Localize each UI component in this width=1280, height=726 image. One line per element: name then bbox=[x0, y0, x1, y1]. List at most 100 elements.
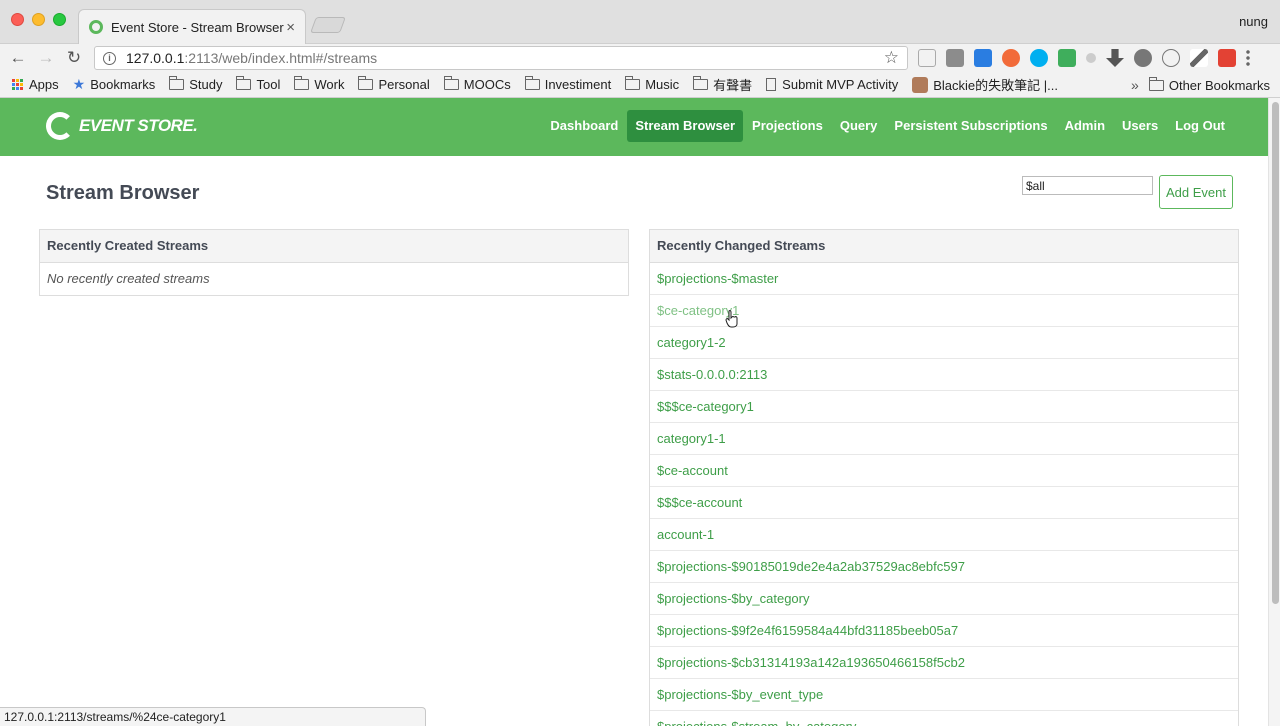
stream-link[interactable]: $projections-$cb31314193a142a19365046615… bbox=[657, 655, 965, 670]
bookmark-10[interactable]: Submit MVP Activity bbox=[766, 77, 898, 92]
page-viewport: EVENT STORE. Dashboard Stream Browser Proj… bbox=[0, 98, 1268, 726]
apps-icon bbox=[12, 79, 23, 90]
nav-dashboard[interactable]: Dashboard bbox=[542, 110, 626, 142]
eventstore-header: EVENT STORE. Dashboard Stream Browser Proj… bbox=[0, 98, 1268, 156]
nav-query[interactable]: Query bbox=[832, 110, 886, 142]
recently-changed-panel: Recently Changed Streams $projections-$m… bbox=[649, 229, 1239, 726]
forward-arrow-icon[interactable]: → bbox=[32, 48, 60, 68]
bookmark-8[interactable]: Music bbox=[625, 76, 679, 92]
bookmark-label: Bookmarks bbox=[90, 77, 156, 92]
nav-admin[interactable]: Admin bbox=[1057, 110, 1113, 142]
folder-icon bbox=[358, 76, 374, 90]
nav-projections[interactable]: Projections bbox=[744, 110, 831, 142]
eventstore-logo[interactable]: EVENT STORE. bbox=[46, 112, 198, 140]
other-bookmarks-label: Other Bookmarks bbox=[1168, 77, 1270, 93]
address-bar[interactable]: i 127.0.0.1:2113/web/index.html#/streams… bbox=[94, 46, 908, 70]
bookmark-4[interactable]: Work bbox=[294, 76, 345, 92]
stream-link[interactable]: $projections-$9f2e4f6159584a44bfd31185be… bbox=[657, 623, 958, 638]
bookmark-label: MOOCs bbox=[463, 77, 511, 92]
folder-icon bbox=[693, 76, 709, 90]
trello-extension-icon[interactable] bbox=[946, 49, 964, 67]
page-title: Stream Browser bbox=[46, 182, 200, 204]
reload-icon[interactable]: ↻ bbox=[60, 48, 88, 68]
nav-users[interactable]: Users bbox=[1114, 110, 1166, 142]
bookmark-7[interactable]: Investiment bbox=[524, 76, 611, 92]
profile-name[interactable]: nung bbox=[1239, 14, 1268, 29]
gray-extension-icon[interactable] bbox=[1086, 53, 1096, 63]
list-item: $projections-$master bbox=[650, 263, 1238, 295]
red-s-extension-icon[interactable] bbox=[1218, 49, 1236, 67]
window-maximize-button[interactable] bbox=[53, 13, 66, 26]
bookmark-label: Work bbox=[314, 77, 345, 92]
page-icon bbox=[766, 78, 777, 91]
stream-link[interactable]: $projections-$stream_by_category bbox=[657, 719, 856, 726]
skype-extension-icon[interactable] bbox=[1030, 49, 1048, 67]
stream-link[interactable]: account-1 bbox=[657, 527, 714, 542]
stream-link[interactable]: $$$ce-category1 bbox=[657, 399, 754, 414]
download-extension-icon[interactable] bbox=[1106, 49, 1124, 67]
copy-extension-icon[interactable] bbox=[918, 49, 936, 67]
bookmark-9[interactable]: 有聲書 bbox=[693, 75, 752, 94]
logo-ring-icon bbox=[46, 112, 74, 140]
new-tab-button[interactable] bbox=[310, 17, 346, 33]
bookmark-2[interactable]: Study bbox=[169, 76, 222, 92]
page-scrollbar[interactable] bbox=[1268, 98, 1280, 726]
folder-icon bbox=[294, 76, 310, 90]
tab-close-icon[interactable]: × bbox=[286, 19, 295, 36]
folder-icon bbox=[443, 76, 459, 90]
stream-link[interactable]: $projections-$master bbox=[657, 271, 778, 286]
back-arrow-icon[interactable]: ← bbox=[4, 48, 32, 68]
orange-extension-icon[interactable] bbox=[1002, 49, 1020, 67]
stream-link[interactable]: category1-2 bbox=[657, 335, 726, 350]
bookmark-3[interactable]: Tool bbox=[236, 76, 281, 92]
nav-persistent-subscriptions[interactable]: Persistent Subscriptions bbox=[886, 110, 1055, 142]
bookmark-0[interactable]: Apps bbox=[12, 77, 59, 92]
nav-stream-browser[interactable]: Stream Browser bbox=[627, 110, 744, 142]
window-close-button[interactable] bbox=[11, 13, 24, 26]
bookmark-label: Personal bbox=[378, 77, 430, 92]
scrollbar-thumb[interactable] bbox=[1272, 102, 1279, 604]
line-extension-icon[interactable] bbox=[1162, 49, 1180, 67]
empty-message: No recently created streams bbox=[47, 271, 210, 286]
eyedropper-extension-icon[interactable] bbox=[1190, 49, 1208, 67]
stream-link[interactable]: category1-1 bbox=[657, 431, 726, 446]
url-text[interactable]: 127.0.0.1:2113/web/index.html#/streams bbox=[126, 50, 884, 66]
nav-log-out[interactable]: Log Out bbox=[1167, 110, 1233, 142]
pocket-extension-icon[interactable] bbox=[974, 49, 992, 67]
bookmark-6[interactable]: MOOCs bbox=[443, 76, 511, 92]
folder-icon bbox=[1148, 76, 1164, 91]
bookmarks-bar: Apps ★ Bookmarks Study Tool Work Personal MOOCs… bbox=[0, 72, 1280, 98]
green-extension-icon[interactable] bbox=[1058, 49, 1076, 67]
stream-link[interactable]: $projections-$by_event_type bbox=[657, 687, 823, 702]
bookmark-11[interactable]: Blackie的失敗筆記 |... bbox=[912, 75, 1058, 94]
menu-dots-icon[interactable] bbox=[1246, 49, 1250, 67]
recently-created-panel: Recently Created Streams No recently cre… bbox=[39, 229, 629, 296]
bookmark-label: Tool bbox=[256, 77, 281, 92]
bookmark-label: 有聲書 bbox=[713, 78, 753, 93]
more-bookmarks-icon[interactable]: » bbox=[1131, 77, 1139, 93]
stream-id-input[interactable] bbox=[1022, 176, 1153, 195]
window-minimize-button[interactable] bbox=[32, 13, 45, 26]
stream-link[interactable]: $$$ce-account bbox=[657, 495, 742, 510]
panel-heading: Recently Created Streams bbox=[40, 230, 628, 263]
url-host: 127.0.0.1 bbox=[126, 50, 185, 66]
add-event-button[interactable]: Add Event bbox=[1159, 175, 1233, 209]
bookmark-1[interactable]: ★ Bookmarks bbox=[73, 76, 156, 93]
list-item: $projections-$by_event_type bbox=[650, 679, 1238, 711]
tab-title: Event Store - Stream Browser bbox=[111, 19, 284, 35]
bookmark-5[interactable]: Personal bbox=[358, 76, 430, 92]
bookmark-label: Apps bbox=[29, 77, 59, 92]
stream-link[interactable]: $ce-account bbox=[657, 463, 728, 478]
site-info-icon[interactable]: i bbox=[103, 51, 116, 65]
stream-link[interactable]: $stats-0.0.0.0:2113 bbox=[657, 367, 767, 382]
stream-link[interactable]: $projections-$by_category bbox=[657, 591, 809, 606]
bookmarks-right: » Other Bookmarks bbox=[1131, 72, 1270, 98]
bookmark-star-icon[interactable]: ☆ bbox=[884, 48, 899, 68]
list-item: $projections-$9f2e4f6159584a44bfd31185be… bbox=[650, 615, 1238, 647]
tomato-extension-icon[interactable] bbox=[1134, 49, 1152, 67]
other-bookmarks[interactable]: Other Bookmarks bbox=[1148, 76, 1270, 93]
folder-icon bbox=[236, 76, 252, 90]
browser-tab[interactable]: Event Store - Stream Browser × bbox=[78, 9, 306, 44]
panel-heading: Recently Changed Streams bbox=[650, 230, 1238, 263]
stream-link[interactable]: $projections-$90185019de2e4a2ab37529ac8e… bbox=[657, 559, 965, 574]
